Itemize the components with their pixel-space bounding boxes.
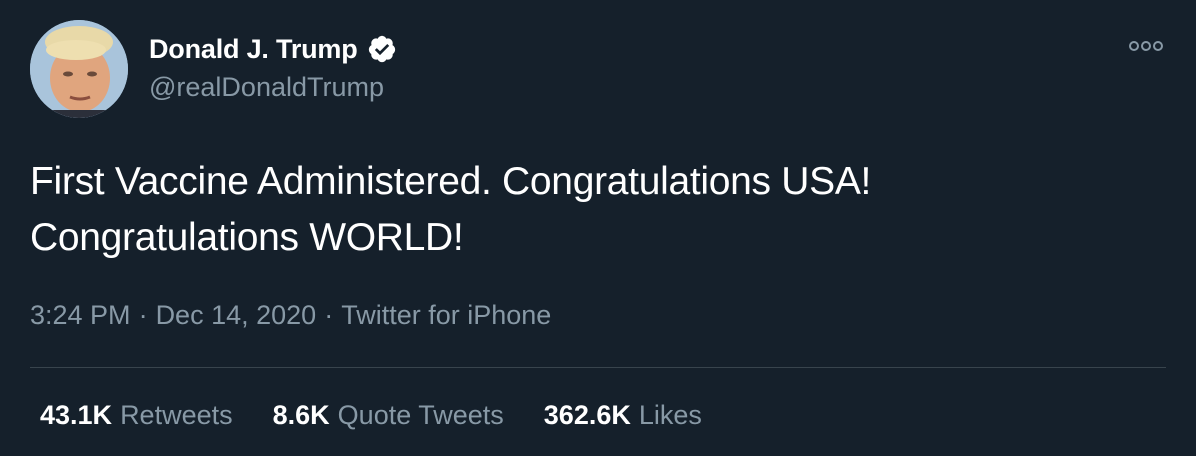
tweet-metadata: 3:24 PM · Dec 14, 2020 · Twitter for iPhone — [30, 300, 551, 331]
user-handle[interactable]: @realDonaldTrump — [149, 72, 384, 103]
tweet-text: First Vaccine Administered. Congratulati… — [30, 154, 1150, 266]
avatar[interactable] — [30, 20, 128, 118]
retweets-count: 43.1K — [40, 400, 113, 430]
likes-label: Likes — [638, 400, 702, 430]
separator: · — [138, 300, 148, 330]
quote-tweets-label: Quote Tweets — [337, 400, 504, 430]
tweet-card: Donald J. Trump @realDonaldTrump First V… — [0, 0, 1196, 456]
likes-stat[interactable]: 362.6K Likes — [544, 400, 702, 431]
display-name[interactable]: Donald J. Trump — [149, 34, 358, 65]
tweet-stats: 43.1K Retweets 8.6K Quote Tweets 362.6K Lik… — [40, 400, 742, 431]
separator: · — [324, 300, 334, 330]
tweet-text-line: Congratulations WORLD! — [30, 216, 464, 259]
tweet-time[interactable]: 3:24 PM — [30, 300, 131, 330]
tweet-source[interactable]: Twitter for iPhone — [341, 300, 551, 330]
verified-badge-icon — [367, 34, 397, 64]
avatar-image — [30, 20, 128, 118]
retweets-stat[interactable]: 43.1K Retweets — [40, 400, 233, 431]
user-name-row: Donald J. Trump — [149, 32, 397, 66]
quote-tweets-count: 8.6K — [272, 400, 330, 430]
likes-count: 362.6K — [543, 400, 631, 430]
tweet-text-line: First Vaccine Administered. Congratulati… — [30, 160, 872, 203]
divider — [30, 367, 1166, 368]
retweets-label: Retweets — [120, 400, 233, 430]
more-options-icon[interactable] — [1128, 38, 1164, 54]
quote-tweets-stat[interactable]: 8.6K Quote Tweets — [273, 400, 504, 431]
tweet-date[interactable]: Dec 14, 2020 — [156, 300, 317, 330]
